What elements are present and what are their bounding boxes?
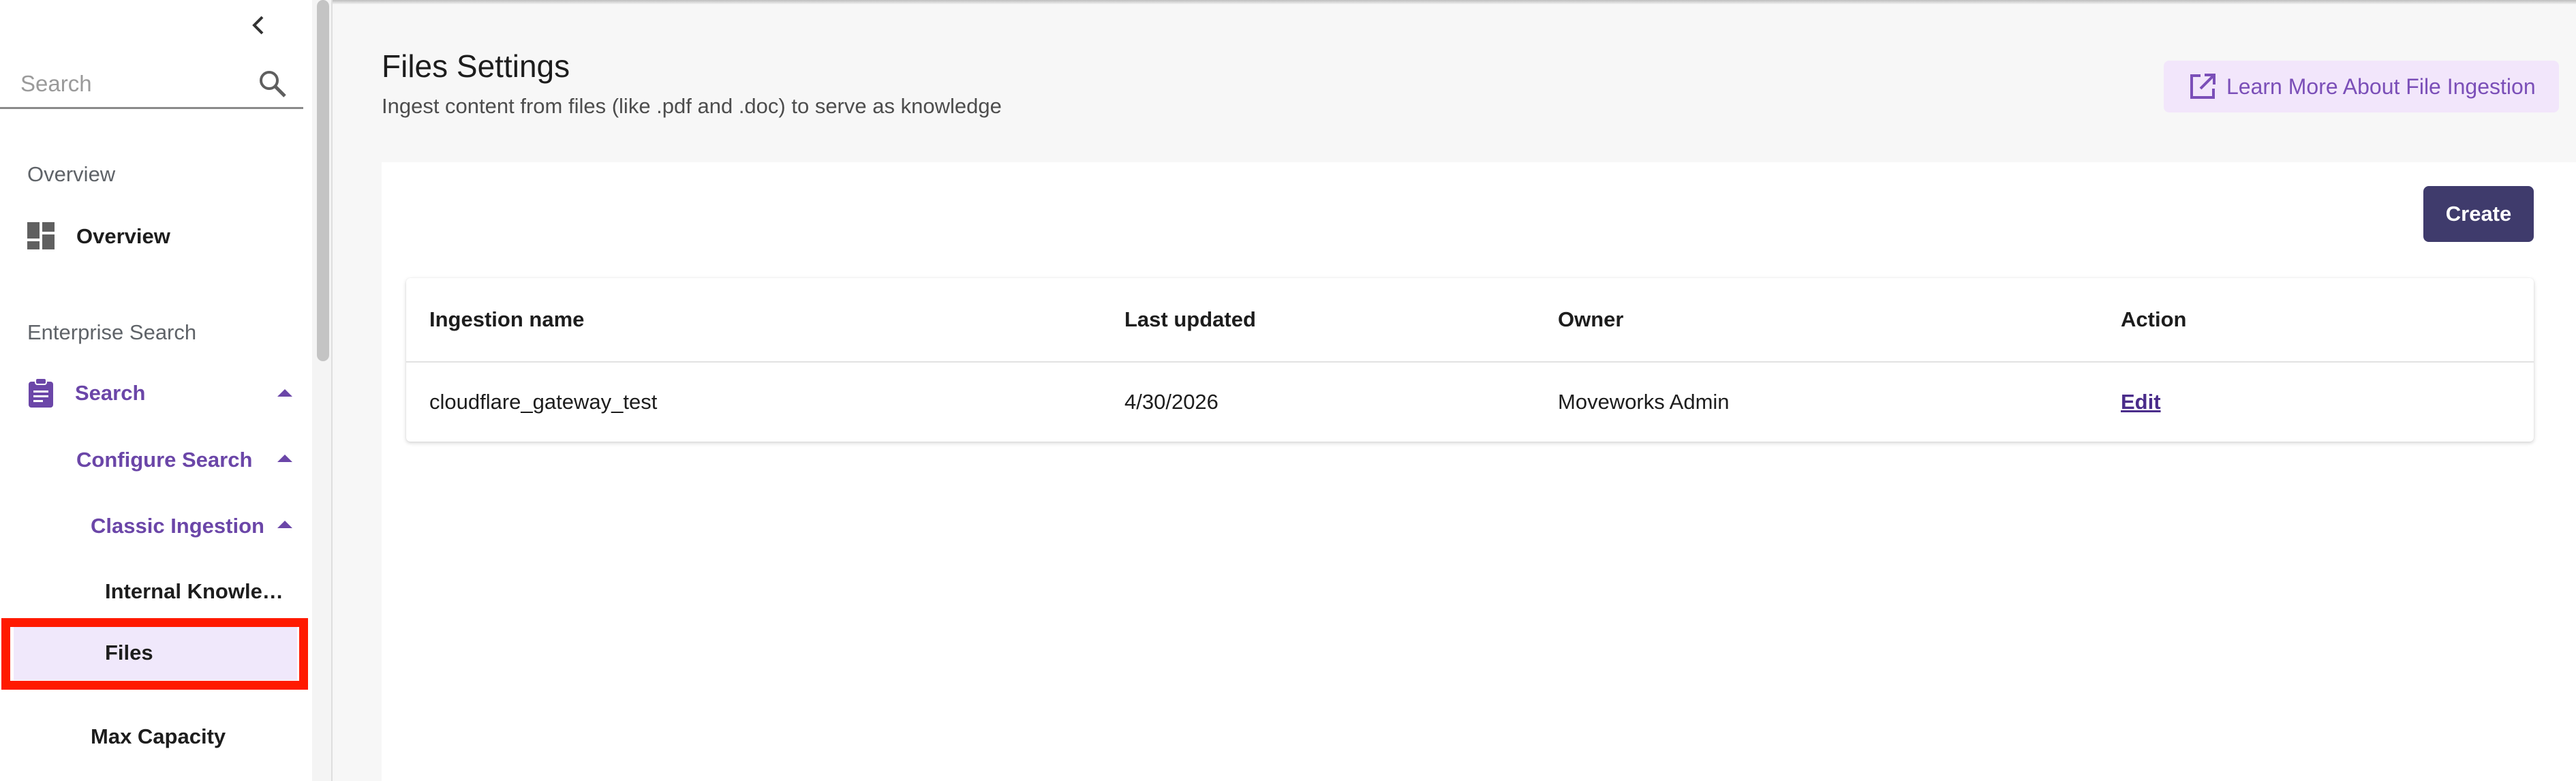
top-shadow bbox=[0, 0, 2576, 4]
sidebar-search bbox=[0, 60, 303, 109]
chevron-left-icon bbox=[252, 16, 264, 35]
sidebar-item-max-capacity[interactable]: Max Capacity bbox=[91, 721, 226, 752]
sidebar-item-search[interactable]: Search bbox=[27, 376, 300, 410]
open-in-new-icon bbox=[2190, 74, 2215, 99]
sidebar-item-label: Internal Knowle… bbox=[105, 579, 283, 603]
caret-up-icon[interactable] bbox=[277, 455, 292, 462]
sidebar-item-label: Search bbox=[75, 381, 146, 405]
page-title: Files Settings bbox=[382, 48, 570, 84]
clipboard-icon bbox=[29, 378, 53, 408]
table-header-row: Ingestion name Last updated Owner Action bbox=[406, 278, 2534, 363]
learn-more-label: Learn More About File Ingestion bbox=[2226, 74, 2536, 99]
sidebar-item-overview[interactable]: Overview bbox=[27, 219, 170, 254]
ingestion-table: Ingestion name Last updated Owner Action… bbox=[406, 278, 2534, 442]
table-row: cloudflare_gateway_test 4/30/2026 Movewo… bbox=[406, 363, 2534, 442]
sidebar-item-classic-ingestion[interactable]: Classic Ingestion bbox=[91, 510, 264, 542]
column-header-owner[interactable]: Owner bbox=[1558, 278, 1623, 361]
column-header-ingestion-name[interactable]: Ingestion name bbox=[429, 278, 584, 361]
action-cell: Edit bbox=[2121, 363, 2161, 442]
caret-up-icon[interactable] bbox=[277, 521, 292, 528]
sidebar-scrollbar-thumb[interactable] bbox=[317, 0, 329, 361]
column-header-last-updated[interactable]: Last updated bbox=[1124, 278, 1256, 361]
create-button[interactable]: Create bbox=[2423, 186, 2534, 242]
sidebar-item-internal-knowledge[interactable]: Internal Knowle… bbox=[105, 576, 283, 607]
section-header-overview: Overview bbox=[27, 162, 116, 186]
sidebar-item-files[interactable]: Files bbox=[14, 626, 297, 680]
dashboard-icon bbox=[27, 222, 55, 249]
ingestion-name-cell: cloudflare_gateway_test bbox=[429, 390, 658, 414]
learn-more-button[interactable]: Learn More About File Ingestion bbox=[2164, 61, 2559, 112]
page-subtitle: Ingest content from files (like .pdf and… bbox=[382, 94, 1002, 118]
collapse-sidebar-button[interactable] bbox=[245, 8, 273, 42]
column-header-action: Action bbox=[2121, 307, 2187, 331]
search-icon[interactable] bbox=[256, 67, 290, 101]
sidebar-item-label: Configure Search bbox=[76, 448, 253, 472]
section-header-enterprise-search: Enterprise Search bbox=[27, 320, 197, 344]
caret-up-icon[interactable] bbox=[277, 389, 292, 397]
sidebar-item-label: Classic Ingestion bbox=[91, 514, 264, 538]
search-input[interactable] bbox=[20, 70, 252, 97]
last-updated-cell: 4/30/2026 bbox=[1124, 390, 1218, 414]
sidebar-item-label: Max Capacity bbox=[91, 724, 226, 748]
edit-link[interactable]: Edit bbox=[2121, 390, 2161, 414]
sidebar-item-label: Overview bbox=[76, 224, 170, 248]
sidebar-item-label: Files bbox=[105, 641, 153, 664]
sidebar-item-configure-search[interactable]: Configure Search bbox=[76, 444, 252, 476]
sidebar: Overview Overview Enterprise Search Sear… bbox=[0, 0, 312, 781]
content-panel bbox=[382, 162, 2576, 781]
owner-cell: Moveworks Admin bbox=[1558, 390, 1730, 414]
